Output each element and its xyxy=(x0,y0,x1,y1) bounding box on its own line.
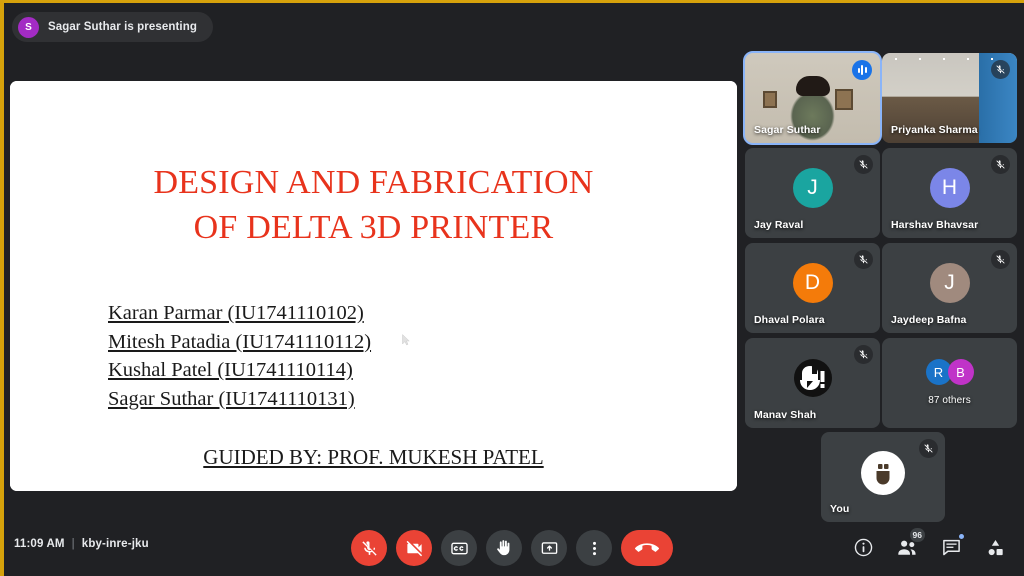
raise-hand-button[interactable] xyxy=(486,530,522,566)
avatar: H xyxy=(929,167,970,208)
self-view-tile[interactable]: You xyxy=(821,432,945,522)
present-screen-icon xyxy=(541,541,557,554)
participant-tile-manav-shah[interactable]: Manav Shah xyxy=(745,338,880,428)
list-item: Mitesh Patadia (IU1741110112) xyxy=(108,330,372,353)
overflow-avatars: R B xyxy=(925,359,974,386)
phone-hangup-icon xyxy=(635,543,659,552)
mouse-cursor-icon xyxy=(402,334,410,346)
camera-off-button[interactable] xyxy=(396,530,432,566)
participant-name: Dhaval Polara xyxy=(754,314,825,326)
mic-off-icon xyxy=(361,540,377,556)
participant-name: Jay Raval xyxy=(754,219,804,231)
avatar xyxy=(861,451,905,496)
avatar: B xyxy=(947,359,974,386)
more-options-button[interactable] xyxy=(576,530,612,566)
presenter-avatar: S xyxy=(18,16,39,38)
captions-button[interactable] xyxy=(441,530,477,566)
closed-captions-icon xyxy=(450,542,468,554)
participant-tile-jay-raval[interactable]: J Jay Raval xyxy=(745,148,880,238)
chat-button[interactable] xyxy=(938,533,965,560)
participant-tile-others[interactable]: R B 87 others xyxy=(882,338,1017,428)
profile-photo-icon xyxy=(876,464,890,485)
avatar: D xyxy=(792,262,833,303)
participant-name: Manav Shah xyxy=(754,409,817,421)
mic-off-icon xyxy=(854,155,873,174)
participant-filmstrip: Sagar Suthar Priyanka Sharma J Jay Raval xyxy=(743,51,1017,428)
participant-name: Harshav Bhavsar xyxy=(891,219,979,231)
participant-name: Priyanka Sharma xyxy=(891,124,978,136)
present-screen-button[interactable] xyxy=(531,530,567,566)
participant-tile-jaydeep-bafna[interactable]: J Jaydeep Bafna xyxy=(882,243,1017,333)
right-action-icons: 96 xyxy=(850,528,1008,560)
mic-off-icon xyxy=(991,60,1010,79)
participant-tile-harshav-bhavsar[interactable]: H Harshav Bhavsar xyxy=(882,148,1017,238)
list-item: Sagar Suthar (IU1741110131) xyxy=(108,387,355,410)
presenting-banner: S Sagar Suthar is presenting xyxy=(12,12,213,42)
slide-title: DESIGN AND FABRICATION OF DELTA 3D PRINT… xyxy=(10,160,737,250)
profile-photo-icon xyxy=(793,358,832,397)
bottom-control-bar: 11:09 AM | kby-inre-jku 96 xyxy=(0,522,1024,576)
screen-share-border-left xyxy=(0,0,4,576)
more-vertical-icon xyxy=(592,541,596,555)
meeting-details-button[interactable] xyxy=(850,534,876,560)
show-everyone-button[interactable]: 96 xyxy=(894,528,925,560)
call-controls xyxy=(351,530,673,566)
shared-screen-stage[interactable]: DESIGN AND FABRICATION OF DELTA 3D PRINT… xyxy=(10,81,737,491)
mic-off-icon xyxy=(919,439,938,458)
raised-hand-icon xyxy=(497,540,510,556)
meeting-info: 11:09 AM | kby-inre-jku xyxy=(14,538,149,550)
slide-title-line-1: DESIGN AND FABRICATION xyxy=(153,164,594,201)
screen-share-border-top xyxy=(0,0,1024,3)
mic-off-icon xyxy=(991,155,1010,174)
participant-tile-dhaval-polara[interactable]: D Dhaval Polara xyxy=(745,243,880,333)
microphone-off-button[interactable] xyxy=(351,530,387,566)
participant-count-badge: 96 xyxy=(909,528,925,542)
slide-author-list: Karan Parmar (IU1741110102) Mitesh Patad… xyxy=(108,299,371,413)
mic-off-icon xyxy=(854,250,873,269)
participant-name: Jaydeep Bafna xyxy=(891,314,967,326)
separator: | xyxy=(71,538,75,550)
participant-name: 87 others xyxy=(928,395,971,406)
mic-off-icon xyxy=(854,345,873,364)
avatar: J xyxy=(792,167,833,208)
participant-tile-sagar-suthar[interactable]: Sagar Suthar xyxy=(743,51,882,145)
meeting-code: kby-inre-jku xyxy=(81,538,149,550)
slide-guided-by: GUIDED BY: PROF. MUKESH PATEL xyxy=(203,445,544,469)
info-icon xyxy=(854,538,872,556)
chat-unread-dot xyxy=(958,533,965,540)
avatar: J xyxy=(929,262,970,303)
activities-icon xyxy=(988,539,1003,555)
presenting-label: Sagar Suthar is presenting xyxy=(48,21,197,33)
camera-off-icon xyxy=(406,540,422,556)
participant-name: Sagar Suthar xyxy=(754,124,821,136)
slide-title-line-2: OF DELTA 3D PRINTER xyxy=(193,209,554,246)
mic-off-icon xyxy=(991,250,1010,269)
self-view-label: You xyxy=(830,503,850,515)
chat-icon xyxy=(942,539,960,555)
list-item: Kushal Patel (IU1741110114) xyxy=(108,359,353,381)
speaking-indicator-icon xyxy=(852,60,872,80)
google-meet-window: S Sagar Suthar is presenting DESIGN AND … xyxy=(0,0,1024,576)
presentation-slide: DESIGN AND FABRICATION OF DELTA 3D PRINT… xyxy=(10,81,737,491)
list-item: Karan Parmar (IU1741110102) xyxy=(108,302,364,324)
activities-button[interactable] xyxy=(982,534,1008,560)
avatar xyxy=(791,356,835,400)
current-time: 11:09 AM xyxy=(14,538,65,550)
leave-call-button[interactable] xyxy=(621,530,673,566)
participant-tile-priyanka-sharma[interactable]: Priyanka Sharma xyxy=(882,53,1017,143)
